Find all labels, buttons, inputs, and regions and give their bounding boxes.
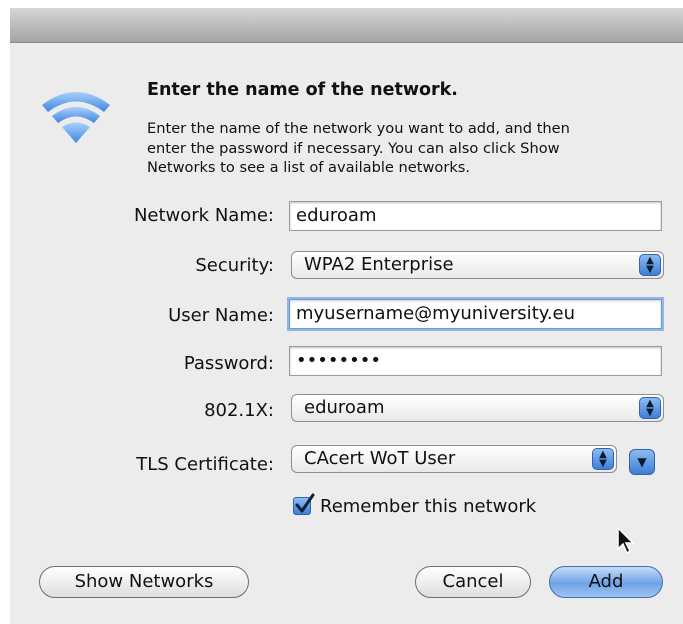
add-button[interactable]: Add bbox=[549, 566, 663, 598]
show-networks-button[interactable]: Show Networks bbox=[39, 566, 249, 598]
remember-network-label: Remember this network bbox=[320, 496, 537, 517]
user-name-label: User Name: bbox=[168, 305, 274, 326]
dialog-heading: Enter the name of the network. bbox=[147, 80, 458, 100]
add-network-dialog: Enter the name of the network. Enter the… bbox=[10, 8, 683, 624]
tls-certificate-popup[interactable]: CAcert WoT User ▲ ▼ bbox=[291, 445, 617, 473]
mouse-pointer-icon bbox=[617, 527, 635, 555]
popup-arrows-icon: ▲ ▼ bbox=[639, 254, 661, 276]
description-line: Networks to see a list of available netw… bbox=[147, 159, 471, 176]
title-bar bbox=[10, 8, 683, 43]
dialog-description: Enter the name of the network you want t… bbox=[147, 119, 667, 178]
password-value: •••••••• bbox=[296, 350, 381, 371]
user-name-field[interactable]: myusername@myuniversity.eu bbox=[289, 299, 662, 329]
chevron-down-icon: ▼ bbox=[637, 455, 647, 469]
dot1x-popup[interactable]: eduroam ▲ ▼ bbox=[291, 394, 664, 422]
tls-certificate-label: TLS Certificate: bbox=[136, 454, 274, 475]
popup-arrows-icon: ▲ ▼ bbox=[592, 448, 614, 470]
certificate-menu-button[interactable]: ▼ bbox=[629, 449, 655, 475]
security-label: Security: bbox=[195, 255, 274, 276]
popup-arrows-icon: ▲ ▼ bbox=[639, 397, 661, 419]
security-popup[interactable]: WPA2 Enterprise ▲ ▼ bbox=[291, 251, 664, 279]
remember-network-checkbox[interactable] bbox=[293, 493, 315, 515]
network-name-field[interactable]: eduroam bbox=[289, 201, 662, 231]
wifi-icon bbox=[42, 92, 110, 143]
dot1x-value: eduroam bbox=[304, 397, 385, 418]
dot1x-label: 802.1X: bbox=[204, 400, 274, 421]
security-value: WPA2 Enterprise bbox=[304, 254, 454, 275]
tls-certificate-value: CAcert WoT User bbox=[304, 448, 456, 469]
description-line: enter the password if necessary. You can… bbox=[147, 139, 560, 157]
description-line: Enter the name of the network you want t… bbox=[147, 120, 570, 137]
password-label: Password: bbox=[183, 353, 274, 374]
cancel-button[interactable]: Cancel bbox=[415, 566, 531, 598]
checkmark-icon bbox=[295, 493, 315, 513]
user-name-value: myusername@myuniversity.eu bbox=[296, 303, 576, 324]
password-field[interactable]: •••••••• bbox=[289, 346, 662, 376]
network-name-label: Network Name: bbox=[133, 205, 274, 226]
network-name-value: eduroam bbox=[296, 205, 377, 226]
